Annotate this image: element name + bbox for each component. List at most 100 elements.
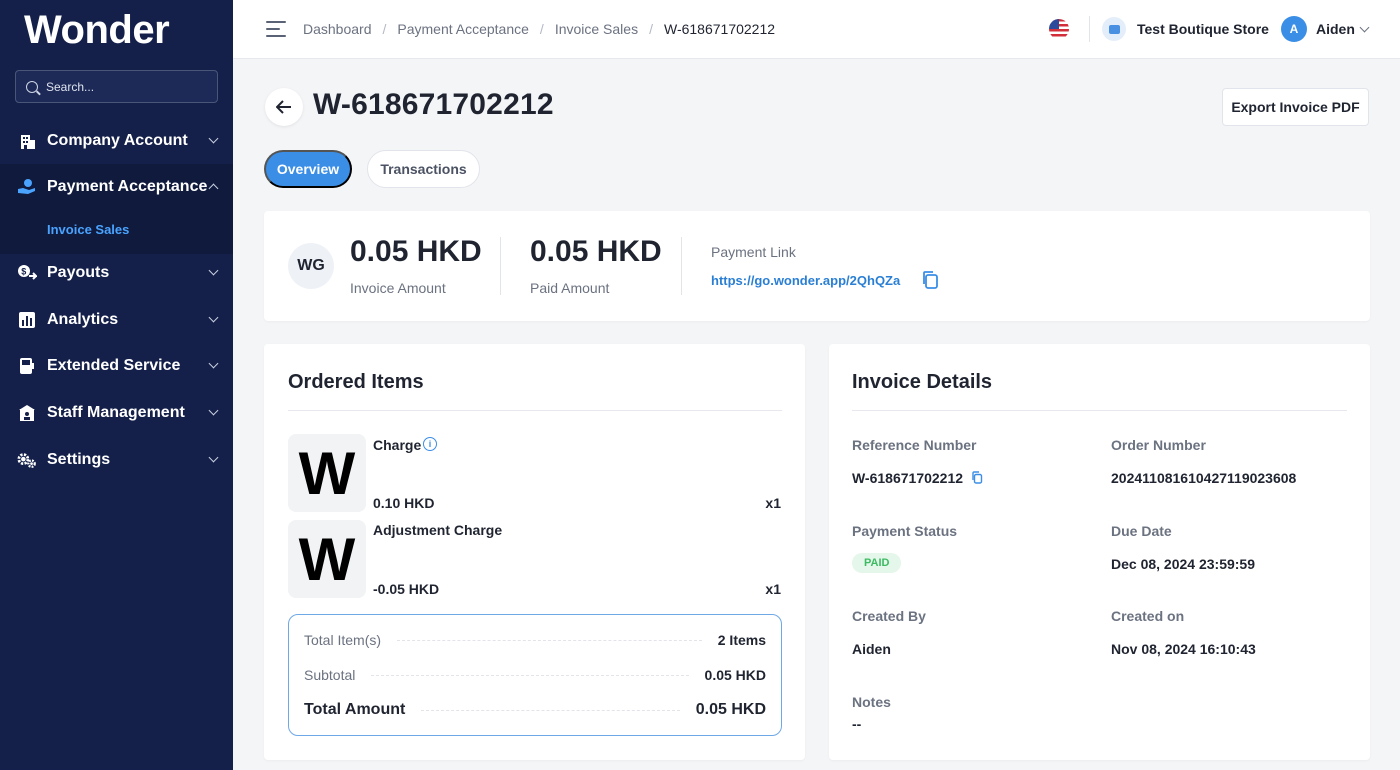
copy-icon[interactable] [971,471,983,484]
created-on-label: Created on [1111,608,1185,624]
avatar[interactable]: A [1281,16,1307,42]
top-bar: Dashboard / Payment Acceptance / Invoice… [233,0,1400,59]
paid-amount: 0.05 HKD [530,235,662,268]
notes-value: -- [852,716,862,732]
sidebar-item-staff-management[interactable]: Staff Management [0,390,233,436]
total-amount-row: Total Amount 0.05 HKD [304,701,766,719]
breadcrumb-invoice-sales[interactable]: Invoice Sales [555,21,638,37]
invoice-summary-card: WG 0.05 HKD Invoice Amount 0.05 HKD Paid… [264,211,1370,321]
search-icon [26,80,38,93]
due-date: Dec 08, 2024 23:59:59 [1111,556,1255,572]
item-quantity: x1 [765,495,781,511]
order-totals-box: Total Item(s) 2 Items Subtotal 0.05 HKD … [288,614,782,736]
item-price: 0.10 HKD [373,495,435,511]
page-title: W-618671702212 [313,88,554,121]
notes-label: Notes [852,694,891,710]
pos-terminal-icon [17,356,37,376]
created-on: Nov 08, 2024 16:10:43 [1111,641,1256,657]
reference-number-label: Reference Number [852,437,977,453]
sidebar-item-label: Payment Acceptance [47,178,208,195]
sidebar-item-label: Extended Service [47,357,181,374]
invoice-details-title: Invoice Details [852,371,993,393]
divider [681,237,682,295]
search-placeholder: Search... [46,79,95,94]
paid-amount-label: Paid Amount [530,280,610,296]
breadcrumb-payment-acceptance[interactable]: Payment Acceptance [397,21,529,37]
invoice-amount: 0.05 HKD [350,235,482,268]
total-items-label: Total Item(s) [304,632,382,648]
chevron-up-icon [208,183,219,194]
created-by: Aiden [852,641,891,657]
breadcrumb-dashboard[interactable]: Dashboard [303,21,372,37]
invoice-amount-label: Invoice Amount [350,280,446,296]
payment-link-label: Payment Link [711,244,796,260]
reference-number: W-618671702212 [852,470,964,486]
chevron-down-icon [208,133,219,144]
export-invoice-pdf-button[interactable]: Export Invoice PDF [1222,88,1369,126]
chevron-down-icon [208,312,219,323]
wonder-logo[interactable]: Wonder [24,8,170,53]
us-flag-icon[interactable] [1049,19,1069,39]
chevron-down-icon[interactable] [1359,22,1370,33]
merchant-initials-avatar: WG [288,243,334,289]
breadcrumb-current: W-618671702212 [663,21,776,37]
dotted-leader [421,709,680,711]
item-name: Charge [373,437,422,453]
item-price: -0.05 HKD [373,581,440,597]
store-icon [1102,17,1126,41]
divider [500,237,501,295]
breadcrumb-separator: / [649,21,653,37]
chevron-down-icon [208,452,219,463]
item-thumbnail: W [288,520,366,598]
menu-toggle-icon[interactable] [266,21,286,37]
store-name[interactable]: Test Boutique Store [1137,21,1269,37]
total-items-value: 2 Items [717,632,766,648]
user-name[interactable]: Aiden [1316,21,1355,37]
subtotal-label: Subtotal [304,667,356,683]
sidebar-item-settings[interactable]: Settings [0,437,233,483]
ordered-items-title: Ordered Items [288,371,424,393]
tab-transactions[interactable]: Transactions [367,150,480,188]
divider [852,410,1347,411]
invoice-details-card: Invoice Details Reference Number W-61867… [829,344,1370,760]
sidebar-item-label: Settings [47,451,111,468]
sidebar-item-payouts[interactable]: $ Payouts [0,250,233,296]
copy-icon[interactable] [921,270,939,290]
search-input[interactable]: Search... [15,70,218,103]
arrow-left-icon [276,100,291,114]
sidebar-subitem-invoice-sales[interactable]: Invoice Sales [47,222,129,237]
divider [288,410,782,411]
subtotal-row: Subtotal 0.05 HKD [304,667,766,683]
total-amount-label: Total Amount [304,701,406,718]
payment-link[interactable]: https://go.wonder.app/2QhQZa [711,273,900,288]
payment-status-label: Payment Status [852,523,958,539]
sidebar-item-label: Company Account [47,132,188,149]
chevron-down-icon [208,265,219,276]
sidebar-item-label: Payouts [47,264,110,281]
sidebar-item-extended-service[interactable]: Extended Service [0,343,233,389]
breadcrumb-separator: / [539,21,544,37]
building-icon [17,131,37,151]
created-by-label: Created By [852,608,926,624]
sidebar-item-label: Analytics [47,311,119,328]
item-name: Adjustment Charge [373,522,503,538]
sidebar-item-company-account[interactable]: Company Account [0,118,233,164]
sidebar-item-analytics[interactable]: Analytics [0,297,233,343]
svg-text:$: $ [21,267,26,277]
chevron-down-icon [208,405,219,416]
dotted-leader [371,674,689,676]
sidebar-item-label: Staff Management [47,404,185,421]
tab-overview[interactable]: Overview [264,150,352,188]
info-icon[interactable]: i [423,437,437,451]
subtotal-value: 0.05 HKD [704,667,766,683]
item-quantity: x1 [765,581,781,597]
sidebar-item-payment-acceptance[interactable]: Payment Acceptance [0,164,233,210]
order-number-label: Order Number [1111,437,1206,453]
divider [1089,16,1090,42]
gears-icon [17,450,37,470]
back-button[interactable] [265,88,303,126]
ordered-items-card: Ordered Items W Charge i 0.10 HKD x1 W A… [264,344,805,760]
order-number: 202411081610427119023608 [1111,470,1297,486]
payout-icon: $ [17,263,37,283]
total-items-row: Total Item(s) 2 Items [304,632,766,648]
